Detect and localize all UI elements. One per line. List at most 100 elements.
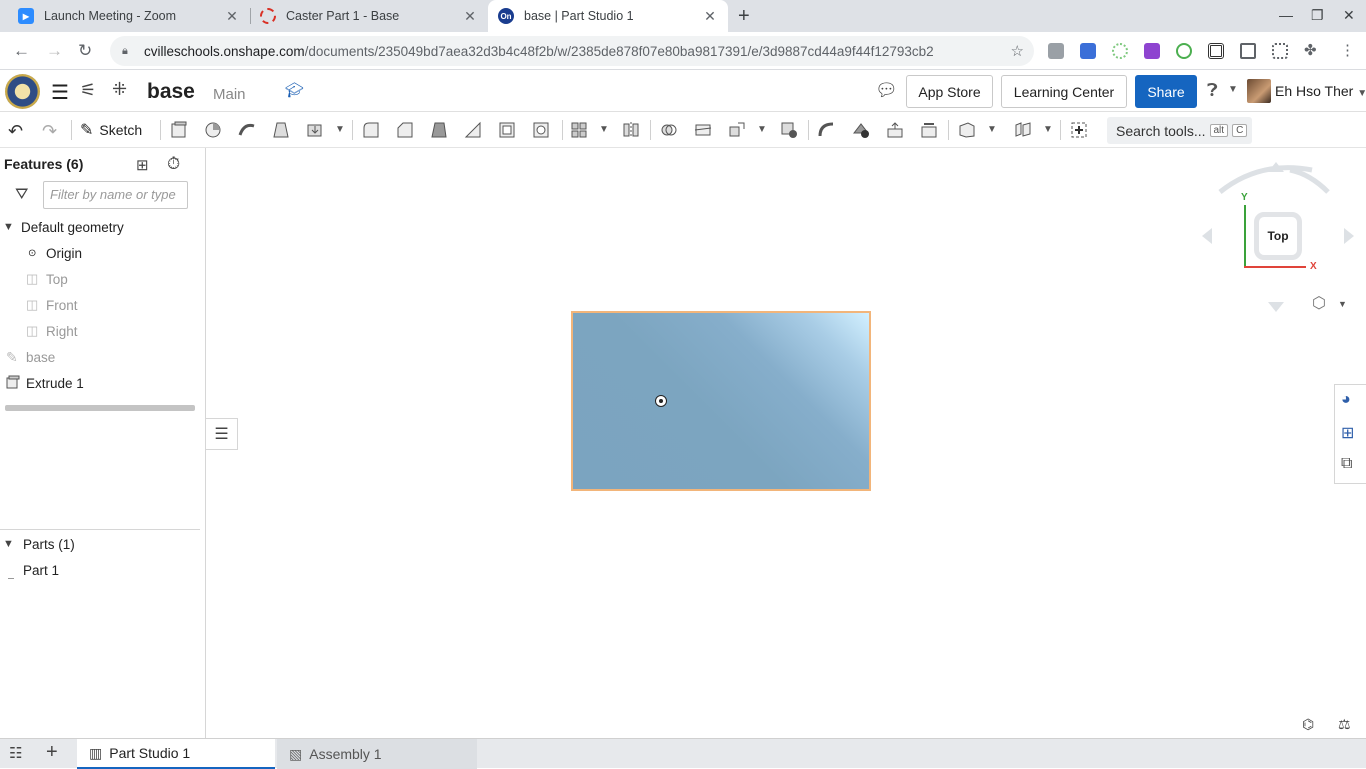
feature-top-plane[interactable]: ◫ Top	[26, 267, 68, 291]
appearance-icon[interactable]: ◕	[1341, 391, 1351, 409]
apps-icon[interactable]	[1272, 43, 1288, 59]
chevron-down-icon[interactable]: ▼	[335, 124, 353, 142]
tab-manager-icon[interactable]: ☷	[9, 744, 22, 762]
document-name[interactable]: base	[147, 80, 195, 104]
variables-icon[interactable]: ⧉	[1341, 455, 1352, 473]
feature-sketch-base[interactable]: ✎ base	[6, 345, 55, 369]
hamburger-menu-icon[interactable]: ☰	[51, 80, 69, 105]
help-icon[interactable]: ❓︎	[1207, 80, 1218, 101]
sweep-icon[interactable]	[238, 121, 256, 139]
chevron-down-icon[interactable]: ▼	[757, 124, 775, 142]
chevron-down-icon[interactable]: ▼	[1338, 299, 1347, 309]
restore-icon[interactable]: ❐	[1311, 7, 1324, 24]
browser-tab-base[interactable]: On base | Part Studio 1 ✕	[488, 0, 728, 32]
close-icon[interactable]: ✕	[702, 8, 718, 25]
stopwatch-icon[interactable]: ⏱︎	[167, 154, 180, 174]
plane-icon[interactable]	[958, 121, 976, 139]
replace-face-icon[interactable]	[920, 121, 938, 139]
extension-icon[interactable]	[1080, 43, 1096, 59]
window-close-icon[interactable]: ✕	[1343, 7, 1355, 24]
extension-icon[interactable]	[1112, 43, 1128, 59]
rib-icon[interactable]	[464, 121, 482, 139]
thicken-icon[interactable]	[306, 121, 324, 139]
tab-part-studio-1[interactable]: ▥ Part Studio 1	[77, 739, 275, 769]
graduation-cap-icon[interactable]: 🎓︎	[285, 81, 304, 99]
measure-icon[interactable]: ⚖︎	[1338, 716, 1351, 733]
sketch-button[interactable]: ✎ Sketch	[80, 118, 142, 142]
feature-filter-input[interactable]: Filter by name or type	[43, 181, 188, 209]
learning-center-button[interactable]: Learning Center	[1001, 75, 1127, 108]
extension-icon[interactable]	[1144, 43, 1160, 59]
redo-icon[interactable]: ↷	[42, 121, 60, 141]
shell-icon[interactable]	[498, 121, 516, 139]
search-tools-input[interactable]: Search tools... alt C	[1107, 117, 1252, 144]
browser-tab-caster[interactable]: Caster Part 1 - Base ✕	[250, 0, 488, 32]
units-icon[interactable]: ⌬	[1302, 716, 1314, 733]
close-icon[interactable]: ✕	[224, 8, 240, 25]
delete-part-icon[interactable]	[780, 121, 798, 139]
filter-icon[interactable]: ⛛	[15, 186, 28, 204]
extrude-icon[interactable]	[170, 121, 188, 139]
hole-icon[interactable]	[532, 121, 550, 139]
tab-assembly-1[interactable]: ▧ Assembly 1	[277, 739, 477, 769]
modify-fillet-icon[interactable]	[818, 121, 836, 139]
fillet-icon[interactable]	[362, 121, 380, 139]
qr-code-icon[interactable]	[1208, 43, 1224, 59]
bookmark-star-icon[interactable]: ☆	[1011, 42, 1024, 60]
insert-icon[interactable]: ⁜	[112, 79, 127, 100]
extension-icon[interactable]	[1048, 43, 1064, 59]
extension-icon[interactable]	[1176, 43, 1192, 59]
puzzle-extensions-icon[interactable]: ✤	[1304, 41, 1317, 59]
feature-front-plane[interactable]: ◫ Front	[26, 293, 78, 317]
view-options-icon[interactable]: ⬡	[1312, 293, 1326, 313]
parts-group[interactable]: ▼ Parts (1)	[3, 532, 75, 556]
app-store-button[interactable]: App Store	[906, 75, 993, 108]
sheet-metal-icon[interactable]	[1014, 121, 1032, 139]
version-history-icon[interactable]: ⚟	[80, 80, 96, 101]
default-geometry-group[interactable]: ▼ Default geometry	[3, 215, 124, 239]
add-folder-icon[interactable]: ⊞	[136, 156, 149, 174]
close-icon[interactable]: ✕	[462, 8, 478, 25]
cast-icon[interactable]	[1240, 43, 1256, 59]
mirror-icon[interactable]	[622, 121, 640, 139]
chevron-down-icon[interactable]: ▼	[599, 124, 617, 142]
school-logo[interactable]	[5, 74, 40, 109]
origin-marker[interactable]	[655, 395, 667, 407]
loft-icon[interactable]	[272, 121, 290, 139]
chevron-down-icon[interactable]: ▼	[1043, 124, 1061, 142]
minimize-icon[interactable]: —	[1279, 7, 1293, 23]
revolve-icon[interactable]	[204, 121, 222, 139]
workspace-name[interactable]: Main	[213, 86, 246, 103]
user-menu[interactable]: Eh Hso Ther ▼	[1275, 83, 1366, 99]
new-tab-button[interactable]: +	[738, 5, 750, 28]
chevron-down-icon[interactable]: ▼	[1228, 84, 1238, 95]
view-cube[interactable]: Top	[1254, 212, 1302, 260]
feature-right-plane[interactable]: ◫ Right	[26, 319, 78, 343]
browser-tab-zoom[interactable]: ▶ Launch Meeting - Zoom ✕	[8, 0, 250, 32]
boolean-icon[interactable]	[660, 121, 678, 139]
chamfer-icon[interactable]	[396, 121, 414, 139]
undo-icon[interactable]: ↶	[8, 121, 26, 141]
delete-face-icon[interactable]	[852, 121, 870, 139]
back-icon[interactable]: ←	[13, 41, 30, 61]
feature-origin[interactable]: ⊙ Origin	[28, 241, 82, 265]
feature-list-scrollbar[interactable]	[5, 405, 195, 411]
pattern-icon[interactable]	[570, 121, 588, 139]
reload-icon[interactable]: ↻	[78, 41, 92, 61]
split-icon[interactable]	[694, 121, 712, 139]
move-face-icon[interactable]	[886, 121, 904, 139]
part-item[interactable]: Part 1	[23, 558, 59, 582]
chevron-down-icon[interactable]: ▼	[987, 124, 1005, 142]
add-custom-feature-icon[interactable]	[1070, 121, 1088, 139]
share-button[interactable]: Share	[1135, 75, 1197, 108]
forward-icon[interactable]: →	[46, 41, 63, 61]
comments-icon[interactable]: 💬︎	[875, 80, 898, 101]
menu-dots-icon[interactable]: ⋮	[1340, 41, 1355, 59]
configurations-icon[interactable]: ⊞	[1341, 423, 1354, 443]
feature-extrude-1[interactable]: Extrude 1	[6, 371, 84, 395]
url-field[interactable]: 🔒︎ cvilleschools.onshape.com/documents/2…	[110, 36, 1034, 66]
draft-icon[interactable]	[430, 121, 448, 139]
part-body[interactable]	[571, 311, 871, 491]
transform-icon[interactable]	[728, 121, 746, 139]
avatar[interactable]	[1247, 79, 1271, 103]
